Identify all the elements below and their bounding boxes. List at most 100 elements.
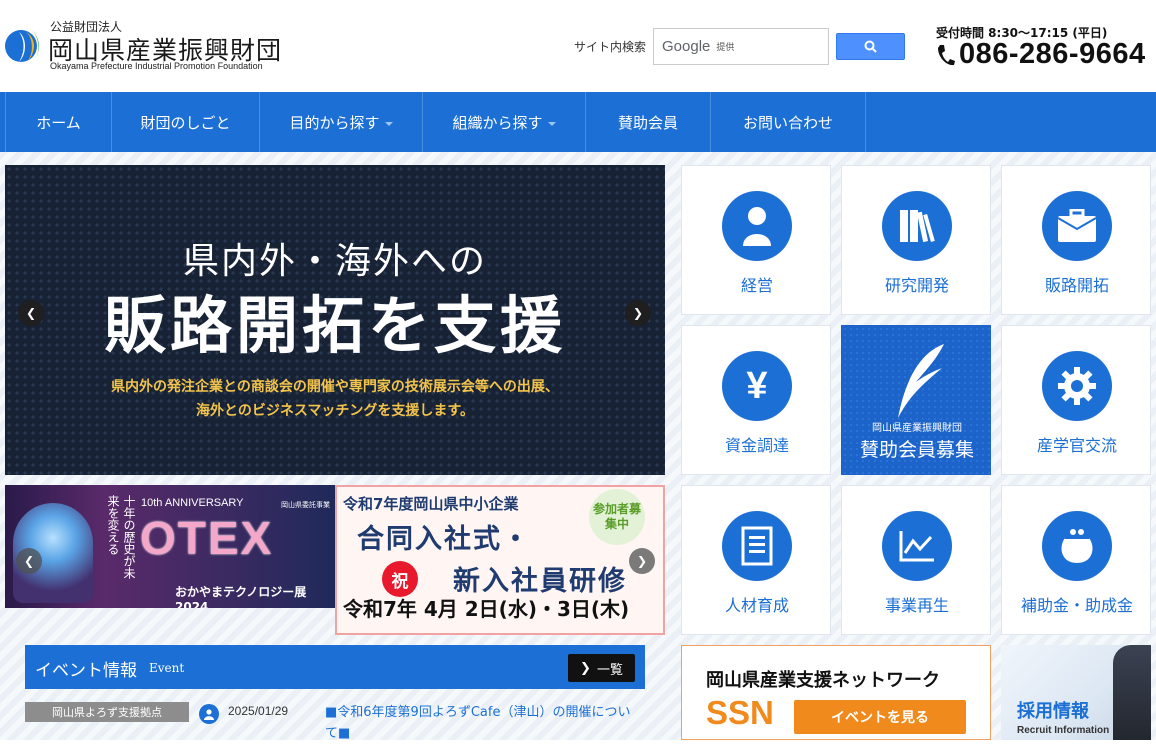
otex-tagline: 十年の歴史が未来を変える <box>106 495 136 579</box>
nav-contact[interactable]: お問い合わせ <box>711 92 866 152</box>
phone-number: 086-286-9664 <box>959 38 1146 70</box>
search-label: サイト内検索 <box>574 40 647 54</box>
nav-label: お問い合わせ <box>742 113 833 132</box>
line-chart-icon <box>882 511 952 581</box>
tile-business-revival[interactable]: 事業再生 <box>841 485 991 635</box>
search-input[interactable]: Google 提供 <box>653 28 829 65</box>
tile-management[interactable]: 経営 <box>681 165 831 315</box>
tile-label: 産学官交流 <box>1036 436 1117 455</box>
chevron-left-icon: ❮ <box>23 554 35 568</box>
ssn-banner[interactable]: 岡山県産業支援ネットワーク SSN イベントを見る <box>681 645 991 740</box>
recruit-banner[interactable]: 採用情報 Recruit Information <box>1001 645 1151 740</box>
chevron-right-icon: ❯ <box>580 660 591 676</box>
chevron-down-icon <box>384 122 393 126</box>
event-list-item: 岡山県よろず支援拠点 2025/01/29 ■令和6年度第9回よろずCafe（津… <box>25 700 645 741</box>
tile-label: 資金調達 <box>724 436 789 455</box>
nav-home[interactable]: ホーム <box>5 92 112 152</box>
nav-supporting-members[interactable]: 賛助会員 <box>586 92 711 152</box>
site-header: 公益財団法人 岡山県産業振興財団 Okayama Prefecture Indu… <box>0 0 1156 92</box>
user-icon <box>199 704 219 724</box>
tile-hr-development[interactable]: 人材育成 <box>681 485 831 635</box>
tile-label: 販路開拓 <box>1044 276 1109 295</box>
recruit-title-en: Recruit Information <box>1017 725 1110 736</box>
org-name-en: Okayama Prefecture Industrial Promotion … <box>50 61 263 71</box>
chevron-left-icon: ❮ <box>25 306 37 320</box>
event-list-label: 一覧 <box>596 662 623 678</box>
gear-icon <box>1042 351 1112 421</box>
tile-label: 賛助会員募集 <box>859 439 974 461</box>
chevron-right-icon: ❯ <box>632 306 644 320</box>
hero-description: 県内外の発注企業との商談会の開催や専門家の技術展示会等への出展、 海外とのビジネ… <box>5 375 665 423</box>
otex-logo: OTEX <box>140 512 274 564</box>
event-date: 2025/01/29 <box>228 704 289 718</box>
foundation-logo-icon[interactable] <box>5 24 43 66</box>
tile-sub-label: 岡山県産業振興財団 <box>872 423 962 434</box>
phone-icon <box>938 44 955 65</box>
hero-desc-line: 海外とのビジネスマッチングを支援します。 <box>195 403 475 419</box>
purse-icon <box>1042 511 1112 581</box>
tile-label: 補助金・助成金 <box>1020 596 1133 615</box>
tile-subsidies[interactable]: 補助金・助成金 <box>1001 485 1151 635</box>
job-banner-line2: 合同入社式・ <box>357 524 531 555</box>
tile-label: 事業再生 <box>884 596 949 615</box>
hero-next-button[interactable]: ❯ <box>625 300 651 326</box>
nav-label: 賛助会員 <box>617 113 678 132</box>
books-icon <box>882 191 952 261</box>
event-link[interactable]: ■令和6年度第9回よろずCafe（津山）の開催について■ <box>325 702 637 744</box>
celebration-badge: 祝 <box>382 561 418 597</box>
google-brand: Google <box>662 38 711 55</box>
person-icon <box>722 191 792 261</box>
tile-industry-academia[interactable]: 産学官交流 <box>1001 325 1151 475</box>
feather-icon <box>898 344 944 418</box>
nav-search-by-organization[interactable]: 組織から探す <box>423 92 586 152</box>
event-section-header: イベント情報 Event ❯ 一覧 <box>25 645 645 689</box>
ssn-title: 岡山県産業支援ネットワーク <box>706 670 940 691</box>
nav-label: 財団のしごと <box>140 113 231 132</box>
event-title: イベント情報 <box>35 661 137 681</box>
event-title-en: Event <box>149 661 185 675</box>
tile-label: 経営 <box>740 276 773 295</box>
hero-desc-line: 県内外の発注企業との商談会の開催や専門家の技術展示会等への出展、 <box>111 379 559 395</box>
ssn-logo: SSN <box>706 694 774 731</box>
person-photo <box>1113 645 1151 740</box>
otex-commission: 岡山県委託事業 <box>281 501 330 509</box>
hero-heading: 販路開拓を支援 <box>103 289 566 362</box>
event-list-button[interactable]: ❯ 一覧 <box>568 654 635 682</box>
tile-label: 人材育成 <box>724 596 789 615</box>
tile-sales-channel[interactable]: 販路開拓 <box>1001 165 1151 315</box>
banner-prev-button[interactable]: ❮ <box>16 548 42 574</box>
job-banner-line1: 令和7年度岡山県中小企業 <box>343 495 519 513</box>
otex-expo-name: おかやまテクノロジー展2024 <box>175 585 307 608</box>
nav-label: ホーム <box>36 113 81 132</box>
banner-carousel: 十年の歴史が未来を変える 10th ANNIVERSARY 岡山県委託事業 OT… <box>5 485 665 635</box>
chevron-down-icon <box>547 122 556 126</box>
nav-search-by-purpose[interactable]: 目的から探す <box>260 92 423 152</box>
phone-number-block[interactable]: 086-286-9664 <box>936 38 1146 71</box>
nav-label: 目的から探す <box>289 113 380 132</box>
search-icon <box>864 40 877 53</box>
banner-next-button[interactable]: ❯ <box>629 548 655 574</box>
briefcase-icon <box>1042 191 1112 261</box>
event-category-tag[interactable]: 岡山県よろず支援拠点 <box>25 702 189 722</box>
nav-foundation-work[interactable]: 財団のしごと <box>112 92 260 152</box>
tile-label: 研究開発 <box>884 276 949 295</box>
search-button[interactable] <box>836 33 905 60</box>
document-icon <box>722 511 792 581</box>
yen-icon: ¥ <box>722 351 792 421</box>
otex-banner[interactable]: 十年の歴史が未来を変える 10th ANNIVERSARY 岡山県委託事業 OT… <box>5 485 335 608</box>
recruiting-badge: 参加者募集中 <box>589 489 645 545</box>
recruit-title: 採用情報 <box>1017 701 1089 722</box>
hero-slider[interactable]: 県内外・海外への 販路開拓を支援 県内外の発注企業との商談会の開催や専門家の技術… <box>5 165 665 475</box>
tile-financing[interactable]: ¥ 資金調達 <box>681 325 831 475</box>
tile-rnd[interactable]: 研究開発 <box>841 165 991 315</box>
ssn-events-button[interactable]: イベントを見る <box>794 700 966 734</box>
joint-ceremony-banner[interactable]: 令和7年度岡山県中小企業 参加者募集中 合同入社式・ 祝 新入社員研修 令和7年… <box>335 485 665 635</box>
hero-prev-button[interactable]: ❮ <box>18 300 44 326</box>
tile-supporting-member-recruit[interactable]: 岡山県産業振興財団 賛助会員募集 <box>841 325 991 475</box>
chevron-right-icon: ❯ <box>636 554 648 568</box>
google-brand-sub: 提供 <box>716 43 735 53</box>
job-banner-date: 令和7年 4月 2日(水)・3日(木) <box>343 597 630 621</box>
nav-label: 組織から探す <box>452 113 543 132</box>
main-nav: ホーム 財団のしごと 目的から探す 組織から探す 賛助会員 お問い合わせ <box>0 92 1156 152</box>
otex-anniversary: 10th ANNIVERSARY <box>141 497 244 509</box>
